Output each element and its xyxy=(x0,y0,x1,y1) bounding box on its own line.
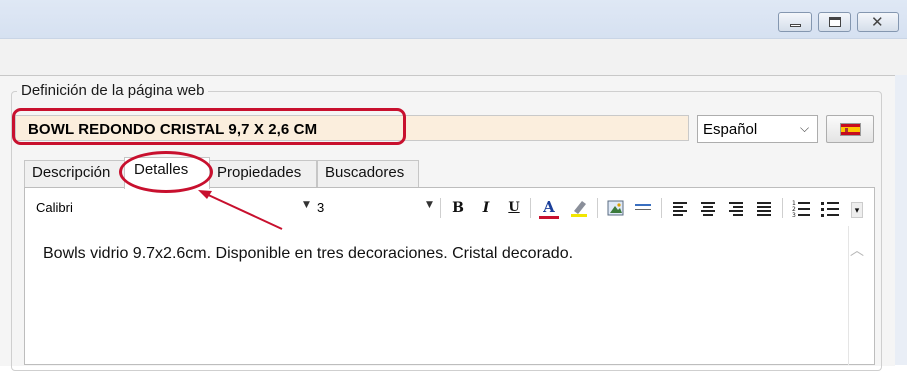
horizontal-rule-button[interactable] xyxy=(633,198,653,218)
horizontal-rule-icon xyxy=(635,204,651,210)
tab-label: Detalles xyxy=(134,161,189,178)
window-frame-edge xyxy=(895,75,907,365)
svg-text:3: 3 xyxy=(792,212,796,218)
dropdown-arrow-icon: ▼ xyxy=(303,200,310,210)
ordered-list-button[interactable]: 1 2 3 xyxy=(791,198,811,219)
toolbar-separator xyxy=(782,198,783,218)
insert-image-button[interactable] xyxy=(606,198,626,218)
tab-label: Descripción xyxy=(32,164,111,181)
close-button[interactable]: ✕ xyxy=(857,12,899,32)
highlight-color-button[interactable] xyxy=(569,198,589,218)
ordered-list-icon: 1 2 3 xyxy=(792,200,810,219)
align-center-button[interactable] xyxy=(698,198,718,218)
justify-button[interactable] xyxy=(754,198,774,218)
window-title-bar: ✕ xyxy=(0,0,907,39)
dropdown-arrow-icon: ▼ xyxy=(426,200,433,210)
align-left-button[interactable] xyxy=(670,198,690,218)
annotation-arrow xyxy=(198,190,283,230)
toolbar-separator xyxy=(530,198,531,218)
tab-buscadores[interactable]: Buscadores xyxy=(317,160,419,187)
align-left-icon xyxy=(673,202,687,218)
unordered-list-button[interactable] xyxy=(820,198,840,218)
tab-descripcion[interactable]: Descripción xyxy=(24,160,125,187)
arrow-head xyxy=(198,190,212,199)
font-size-value: 3 xyxy=(317,200,325,215)
align-right-icon xyxy=(729,202,743,218)
language-flag-button[interactable] xyxy=(826,115,874,143)
bold-button[interactable]: B xyxy=(448,198,468,218)
product-title-input[interactable]: BOWL REDONDO CRISTAL 9,7 X 2,6 CM xyxy=(15,115,689,141)
align-center-icon xyxy=(701,202,715,218)
underline-button[interactable]: U xyxy=(504,198,524,218)
align-right-button[interactable] xyxy=(726,198,746,218)
toolbar-separator xyxy=(597,198,598,218)
minimize-icon xyxy=(790,24,801,27)
language-select[interactable]: Español ⌵ xyxy=(697,115,818,143)
italic-button[interactable]: I xyxy=(476,198,496,218)
editor-toolbar: Calibri ▼ 3 ▼ B I U A 1 2 3 ▾ xyxy=(25,194,873,223)
spain-flag-icon xyxy=(840,123,861,136)
editor-content[interactable]: Bowls vidrio 9.7x2.6cm. Disponible en tr… xyxy=(43,245,573,263)
highlighter-icon xyxy=(571,201,587,217)
unordered-list-icon xyxy=(821,202,839,217)
minimize-button[interactable] xyxy=(778,12,812,32)
font-family-value: Calibri xyxy=(36,200,73,215)
image-icon xyxy=(607,200,624,216)
arrow-shaft xyxy=(203,192,283,230)
tab-label: Propiedades xyxy=(217,164,302,181)
maximize-button[interactable] xyxy=(818,12,851,32)
toolbar-separator xyxy=(440,198,441,218)
toolbar-overflow-button[interactable]: ▾ xyxy=(851,202,863,218)
chevron-down-icon: ⌵ xyxy=(800,121,810,135)
scroll-up-icon[interactable]: ︿ xyxy=(850,240,868,259)
maximize-icon xyxy=(829,17,841,27)
font-size-select[interactable]: 3 ▼ xyxy=(312,197,437,219)
window-toolstrip xyxy=(0,39,907,75)
editor-scrollbar-track xyxy=(848,226,849,365)
tab-propiedades[interactable]: Propiedades xyxy=(209,160,317,187)
tab-label: Buscadores xyxy=(325,164,405,181)
close-icon: ✕ xyxy=(871,13,884,31)
group-label: Definición de la página web xyxy=(17,82,209,99)
justify-icon xyxy=(757,202,771,218)
font-color-button[interactable]: A xyxy=(539,198,559,219)
language-select-value: Español xyxy=(703,121,758,138)
toolbar-separator xyxy=(661,198,662,218)
